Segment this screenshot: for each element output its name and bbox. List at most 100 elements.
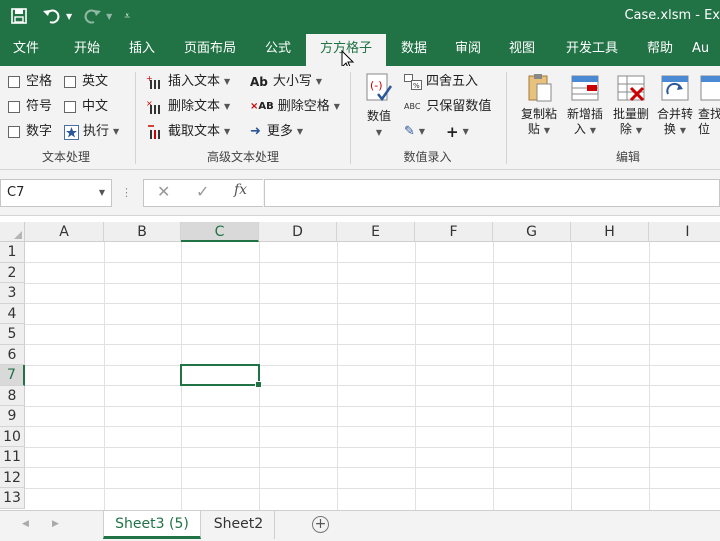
row-header-10[interactable]: 10 (0, 426, 25, 447)
checkbox-chinese[interactable]: 中文 (64, 96, 108, 118)
round-button[interactable]: % 四舍五入 (404, 71, 478, 93)
merge-convert-label-2: 换 ▼ (663, 122, 687, 136)
sheet-tab-sheet2[interactable]: Sheet2 (203, 511, 275, 539)
group-label-edit: 编辑 (615, 150, 640, 164)
tab-formulas[interactable]: 公式 (254, 32, 302, 66)
gridline (25, 446, 720, 448)
row-header-5[interactable]: 5 (0, 324, 25, 345)
insert-function-icon[interactable]: fx (234, 182, 247, 198)
merge-convert-label: 合并转 (656, 107, 693, 121)
delete-spaces-icon: ×AB (250, 101, 274, 112)
redo-icon[interactable]: ▼ (82, 3, 112, 29)
checkbox-label: 空格 (26, 74, 53, 89)
copy-paste-button[interactable]: 复制粘 贴 ▼ (516, 72, 562, 138)
row-header-3[interactable]: 3 (0, 283, 25, 304)
checkbox-symbol[interactable]: 符号 (8, 96, 52, 118)
checkbox-label: 数字 (26, 124, 53, 139)
column-header-d[interactable]: D (259, 222, 337, 242)
batch-delete-label-line2: 除 (619, 122, 632, 136)
row-header-11[interactable]: 11 (0, 447, 25, 468)
edit-pencil-icon: ✎ (404, 124, 415, 139)
add-dropdown[interactable]: + ▼ (446, 121, 469, 143)
gridline (25, 364, 720, 366)
extract-text-button[interactable]: 截取文本 ▼ (146, 121, 230, 143)
tab-insert[interactable]: 插入 (116, 32, 168, 66)
name-box-value: C7 (7, 185, 25, 200)
row-header-7[interactable]: 7 (0, 365, 25, 386)
column-header-b[interactable]: B (104, 222, 181, 242)
keep-values-button[interactable]: ABC 只保留数值 (404, 96, 491, 118)
tab-developer[interactable]: 开发工具 (552, 32, 632, 66)
tab-home[interactable]: 开始 (58, 32, 116, 66)
tab-file[interactable]: 文件 (0, 32, 52, 66)
name-box[interactable]: C7 ▼ (0, 179, 112, 207)
column-header-f[interactable]: F (415, 222, 493, 242)
row-header-9[interactable]: 9 (0, 406, 25, 427)
arrow-right-icon: ➜ (250, 124, 261, 139)
enter-check-icon[interactable]: ✓ (196, 182, 209, 201)
column-header-a[interactable]: A (25, 222, 104, 242)
delete-text-icon: × (146, 99, 160, 114)
insert-rows-icon (571, 75, 599, 101)
resize-handle-icon[interactable]: ⋮ (121, 186, 132, 199)
column-header-e[interactable]: E (337, 222, 415, 242)
tab-page-layout[interactable]: 页面布局 (172, 32, 248, 66)
column-header-i[interactable]: I (649, 222, 720, 242)
insert-new-button[interactable]: 新增插 入 ▼ (562, 72, 608, 138)
case-label: 大小写 (272, 74, 312, 89)
scroll-right-icon[interactable]: ▶ (52, 519, 59, 529)
row-header-12[interactable]: 12 (0, 467, 25, 488)
column-header-h[interactable]: H (571, 222, 649, 242)
tab-data[interactable]: 数据 (390, 32, 438, 66)
formula-input[interactable] (264, 179, 720, 207)
case-button[interactable]: Ab 大小写 ▼ (250, 71, 322, 93)
checkbox-icon (8, 126, 20, 138)
clipboard-icon (528, 74, 552, 102)
delete-text-label: 删除文本 (168, 99, 221, 114)
svg-text:(-): (-) (370, 79, 383, 92)
checkbox-space[interactable]: 空格 (8, 71, 52, 93)
execute-button[interactable]: 执行 ▼ (64, 121, 119, 143)
row-header-8[interactable]: 8 (0, 385, 25, 406)
pencil-dropdown[interactable]: ✎ ▼ (404, 121, 425, 143)
batch-delete-label-2: 除 ▼ (619, 122, 643, 136)
svg-text:%: % (413, 82, 420, 90)
row-header-4[interactable]: 4 (0, 303, 25, 324)
merge-convert-button[interactable]: 合并转 换 ▼ (654, 72, 696, 138)
column-header-g[interactable]: G (493, 222, 571, 242)
ribbon: 空格 英文 符号 中文 数字 执行 ▼ 文本处理 + 插入文本 ▼ Ab 大小写 ▼ … (0, 66, 720, 170)
chevron-down-icon[interactable]: ▼ (99, 180, 105, 206)
row-header-6[interactable]: 6 (0, 344, 25, 365)
execute-label: 执行 (83, 124, 110, 139)
tab-au[interactable]: Au (692, 32, 720, 66)
checkbox-english[interactable]: 英文 (64, 71, 108, 93)
undo-icon[interactable]: ▼ (42, 3, 72, 29)
find-locate-button[interactable]: 查找 位 (698, 72, 720, 137)
tab-help[interactable]: 帮助 (638, 32, 682, 66)
batch-delete-button[interactable]: 批量删 除 ▼ (608, 72, 654, 138)
row-header-1[interactable]: 1 (0, 242, 25, 263)
tab-view[interactable]: 视图 (498, 32, 546, 66)
add-sheet-icon[interactable]: + (312, 516, 329, 533)
selected-cell-c7[interactable] (180, 364, 262, 388)
more-button[interactable]: ➜ 更多 ▼ (250, 121, 303, 143)
value-button[interactable]: (-) 数值 ▼ (358, 72, 400, 138)
delete-spaces-button[interactable]: ×AB 删除空格 ▼ (250, 96, 340, 118)
delete-text-button[interactable]: × 删除文本 ▼ (146, 96, 230, 118)
save-icon[interactable] (10, 3, 28, 29)
gridline (25, 426, 720, 427)
checkbox-number[interactable]: 数字 (8, 121, 52, 143)
tab-review[interactable]: 审阅 (444, 32, 492, 66)
sheet-tab-sheet3-5[interactable]: Sheet3 (5) (103, 511, 201, 539)
scroll-left-icon[interactable]: ◀ (22, 519, 29, 529)
row-header-2[interactable]: 2 (0, 262, 25, 283)
row-header-13[interactable]: 13 (0, 488, 25, 509)
cancel-icon[interactable]: ✕ (157, 182, 170, 201)
column-header-c[interactable]: C (181, 222, 259, 242)
insert-text-button[interactable]: + 插入文本 ▼ (146, 71, 230, 93)
select-all-button[interactable] (0, 222, 25, 242)
sheet-tab-bar: ◀ ▶ Sheet3 (5) Sheet2 + (0, 510, 720, 541)
customize-qat-icon[interactable]: ⩡ (124, 3, 130, 29)
worksheet-grid[interactable]: A B C D E F G H I 1 2 3 4 5 6 7 8 9 10 1… (0, 222, 720, 510)
insert-text-icon: + (146, 74, 160, 89)
